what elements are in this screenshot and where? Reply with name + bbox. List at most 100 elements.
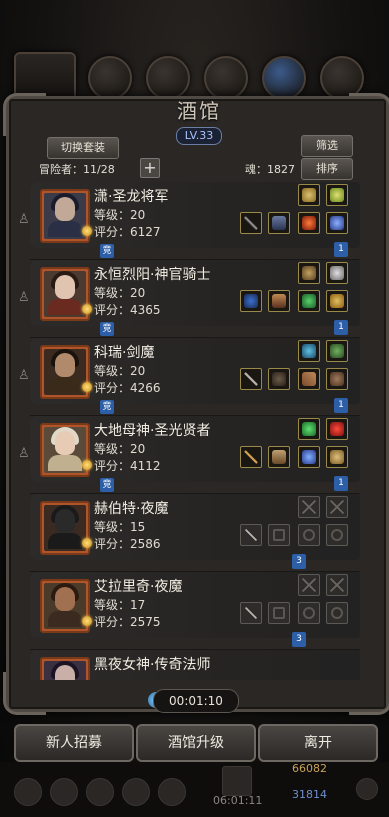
rank-badge: 1 (334, 398, 348, 413)
hero-card[interactable]: ♙ 科瑞·剑魔 等级：20 评分：4266 竞 1 (20, 338, 360, 416)
leave-button[interactable]: 离开 (258, 724, 378, 762)
rank-badge: 3 (292, 554, 306, 569)
relic-slot[interactable] (298, 418, 320, 440)
empty-amulet-slot[interactable] (326, 524, 348, 546)
weapon-slot[interactable] (240, 446, 262, 468)
relic-slot[interactable] (326, 340, 348, 362)
refresh-timer: 00:01:10 (153, 689, 239, 713)
relic-slot[interactable] (326, 184, 348, 206)
empty-relic-slot[interactable] (298, 496, 320, 518)
star-coin-icon (82, 460, 92, 470)
weapon-slot[interactable] (240, 368, 262, 390)
hero-portrait (40, 657, 90, 680)
hero-name: 潇·圣龙将军 (94, 189, 169, 205)
hero-score: 评分：4266 (94, 381, 161, 395)
gem-amount: 31814 (292, 788, 327, 801)
hero-card[interactable]: ♙ 潇·圣龙将军 等级：20 评分：6127 竞 1 (20, 182, 360, 260)
hero-score: 评分：4365 (94, 303, 161, 317)
ring-slot[interactable] (298, 446, 320, 468)
bottom-bar: 66082 06:01:11 31814 (0, 762, 389, 817)
relic-slot[interactable] (298, 184, 320, 206)
relic-slot[interactable] (326, 418, 348, 440)
rank-badge: 1 (334, 476, 348, 491)
skull-icon[interactable] (50, 778, 78, 806)
panel-title-plate: 酒馆 LV.33 (139, 91, 259, 145)
star-coin-icon (82, 538, 92, 548)
empty-armor-slot[interactable] (268, 524, 290, 546)
chest-timer: 06:01:11 (213, 794, 263, 807)
star-coin-icon (82, 616, 92, 626)
figure-icon: ♙ (20, 290, 30, 305)
rank-badge: 1 (334, 320, 348, 335)
star-coin-icon (82, 304, 92, 314)
empty-ring-slot[interactable] (298, 524, 320, 546)
add-slot-button[interactable]: + (140, 158, 160, 178)
empty-relic-slot[interactable] (298, 574, 320, 596)
chest-icon[interactable] (222, 766, 252, 796)
recruit-button[interactable]: 新人招募 (14, 724, 134, 762)
gold-amount: 66082 (292, 762, 327, 775)
map-icon[interactable] (86, 778, 114, 806)
arena-badge: 竞 (100, 244, 114, 258)
hero-card[interactable]: 赫伯特·夜魔 等级：15 评分：2586 3 (30, 494, 360, 572)
ring-slot[interactable] (298, 212, 320, 234)
hero-score: 评分：2586 (94, 537, 161, 551)
soul-count: 魂：1827 (245, 163, 295, 176)
hero-portrait (40, 423, 90, 477)
hero-portrait (40, 267, 90, 321)
empty-weapon-slot[interactable] (240, 524, 262, 546)
hero-level: 等级：20 (94, 208, 146, 222)
weapon-slot[interactable] (240, 212, 262, 234)
empty-armor-slot[interactable] (268, 602, 290, 624)
hero-name: 科瑞·剑魔 (94, 345, 155, 361)
hero-list[interactable]: ♙ 潇·圣龙将军 等级：20 评分：6127 竞 1 ♙ 永恒烈阳·神官骑士 等… (20, 180, 366, 680)
hero-level: 等级：20 (94, 442, 146, 456)
frame-ornament (349, 93, 389, 136)
bag-icon[interactable] (14, 778, 42, 806)
weapon-slot[interactable] (240, 290, 262, 312)
amulet-slot[interactable] (326, 368, 348, 390)
hero-score: 评分：6127 (94, 225, 161, 239)
arena-badge: 竞 (100, 400, 114, 414)
sort-button[interactable]: 排序 (301, 158, 353, 180)
hero-name: 赫伯特·夜魔 (94, 501, 169, 517)
hero-card[interactable]: ♙ 永恒烈阳·神官骑士 等级：20 评分：4365 竞 1 (20, 260, 360, 338)
armor-slot[interactable] (268, 368, 290, 390)
empty-weapon-slot[interactable] (240, 602, 262, 624)
relic-slot[interactable] (326, 262, 348, 284)
hero-card[interactable]: 黑夜女神·传奇法师 (30, 650, 360, 680)
scroll-icon[interactable] (158, 778, 186, 806)
hero-level: 等级：17 (94, 598, 146, 612)
potion-icon[interactable] (262, 56, 306, 100)
hero-level: 等级：20 (94, 364, 146, 378)
relic-slot[interactable] (298, 340, 320, 362)
hero-portrait (40, 579, 90, 633)
axe-icon[interactable] (88, 56, 132, 100)
armor-slot[interactable] (268, 446, 290, 468)
ring-slot[interactable] (298, 368, 320, 390)
armor-slot[interactable] (268, 212, 290, 234)
amulet-slot[interactable] (326, 212, 348, 234)
figure-icon: ♙ (20, 212, 30, 227)
ring-slot[interactable] (298, 290, 320, 312)
book-icon[interactable] (122, 778, 150, 806)
empty-ring-slot[interactable] (298, 602, 320, 624)
armor-slot[interactable] (268, 290, 290, 312)
empty-relic-slot[interactable] (326, 496, 348, 518)
relic-slot[interactable] (298, 262, 320, 284)
add-icon[interactable] (356, 778, 378, 800)
arena-badge: 竞 (100, 478, 114, 492)
amulet-slot[interactable] (326, 290, 348, 312)
upgrade-tavern-button[interactable]: 酒馆升级 (136, 724, 256, 762)
switch-outfit-button[interactable]: 切换套装 (47, 137, 119, 159)
amulet-slot[interactable] (326, 446, 348, 468)
panel-title: 酒馆 (177, 99, 221, 123)
empty-amulet-slot[interactable] (326, 602, 348, 624)
adventurer-count: 冒险者：11/28 (39, 163, 115, 176)
filter-button[interactable]: 筛选 (301, 135, 353, 157)
hero-name: 艾拉里奇·夜魔 (94, 579, 183, 595)
hero-card[interactable]: 艾拉里奇·夜魔 等级：17 评分：2575 3 (30, 572, 360, 650)
hero-card[interactable]: ♙ 大地母神·圣光贤者 等级：20 评分：4112 竞 1 (20, 416, 360, 494)
rank-badge: 3 (292, 632, 306, 647)
empty-relic-slot[interactable] (326, 574, 348, 596)
